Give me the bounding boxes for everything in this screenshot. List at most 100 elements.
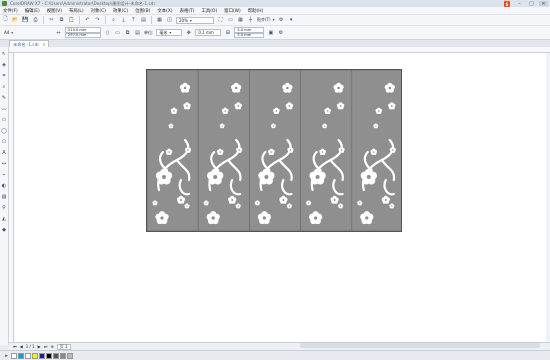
pick-tool-icon[interactable]: ↖ <box>1 50 8 58</box>
cut-icon[interactable]: ✂ <box>48 17 55 24</box>
menu-edit[interactable]: 编辑(E) <box>25 8 40 14</box>
guidelines-icon[interactable]: ┼ <box>247 17 254 24</box>
floral-panel <box>351 69 404 232</box>
duplicate-distance: 5.0 mm 5.0 mm <box>234 27 265 38</box>
import-icon[interactable]: ⤓ <box>120 17 127 24</box>
close-icon[interactable]: ✕ <box>539 1 548 7</box>
all-pages-icon[interactable]: ⧉ <box>124 29 131 36</box>
redo-icon[interactable]: ↷ <box>94 17 101 24</box>
paste-icon[interactable]: 📋 <box>68 17 75 24</box>
launch-icon[interactable]: ▾ <box>288 17 295 24</box>
color-swatch[interactable] <box>25 352 31 359</box>
menu-table[interactable]: 表格(T) <box>180 8 195 14</box>
search-icon[interactable]: ⌕ <box>110 17 117 24</box>
copy-icon[interactable]: ⧉ <box>58 17 65 24</box>
new-document-icon[interactable]: 🗋 <box>2 16 9 24</box>
drawing-canvas[interactable] <box>14 53 550 342</box>
treat-as-filled-icon[interactable]: ▣ <box>267 29 274 36</box>
options-icon[interactable]: ⚙ <box>278 17 285 24</box>
menu-file[interactable]: 文件(F) <box>3 8 18 14</box>
portrait-icon[interactable]: ▯ <box>104 29 111 36</box>
units-label: 单位: <box>144 29 154 35</box>
color-swatch[interactable] <box>32 352 38 359</box>
app-icon <box>2 1 7 6</box>
menu-window[interactable]: 窗口(W) <box>224 8 241 14</box>
options-icon[interactable]: ⚙ <box>277 29 284 36</box>
window-controls: – □ ✕ <box>515 0 548 7</box>
page-size-select[interactable]: A4 <box>2 29 52 36</box>
grid-icon[interactable]: ▦ <box>237 17 244 24</box>
page-dimensions-icon: ⇔ <box>56 29 61 36</box>
page-count: 1 / 1 <box>25 344 35 349</box>
ellipse-tool-icon[interactable]: ◯ <box>1 127 8 135</box>
landscape-icon[interactable]: ▭ <box>114 29 121 36</box>
save-icon[interactable]: 💾 <box>22 17 29 24</box>
current-page-icon[interactable]: ▤ <box>134 29 141 36</box>
print-icon[interactable]: ⎙ <box>32 17 39 24</box>
maximize-icon[interactable]: □ <box>527 1 536 7</box>
prev-page-icon[interactable]: ◀ <box>20 344 23 349</box>
menu-help[interactable]: 帮助(H) <box>248 8 264 14</box>
design-page[interactable] <box>146 69 404 232</box>
pdf-icon[interactable]: ▤ <box>140 17 147 24</box>
drop-shadow-icon[interactable]: ◐ <box>1 182 8 190</box>
welcome-icon[interactable]: ◫ <box>166 17 173 24</box>
dup-y-input[interactable]: 5.0 mm <box>234 32 265 38</box>
shape-tool-icon[interactable]: ◈ <box>1 61 8 69</box>
rectangle-tool-icon[interactable]: ▭ <box>1 116 8 124</box>
text-tool-icon[interactable]: A <box>1 149 8 157</box>
page-tab[interactable]: 页 1 <box>56 343 71 350</box>
color-swatch[interactable] <box>18 352 24 359</box>
separator <box>105 16 106 24</box>
artistic-media-icon[interactable]: 〰 <box>1 105 8 113</box>
undo-icon[interactable]: ↶ <box>84 17 91 24</box>
eyedropper-icon[interactable]: ⚲ <box>1 204 8 212</box>
menu-effects[interactable]: 效果(C) <box>113 8 128 14</box>
full-screen-icon[interactable]: ⛶ <box>217 17 224 24</box>
crop-tool-icon[interactable]: ⌗ <box>1 72 8 80</box>
interactive-fill-icon[interactable]: ◭ <box>1 215 8 223</box>
connector-tool-icon[interactable]: ⌁ <box>1 171 8 179</box>
parallel-dimension-icon[interactable]: ↔ <box>1 160 8 168</box>
polygon-tool-icon[interactable]: ⬠ <box>1 138 8 146</box>
color-swatch[interactable] <box>60 352 66 359</box>
next-page-icon[interactable]: ▶ <box>38 344 41 349</box>
open-icon[interactable]: 📂 <box>12 17 19 24</box>
menu-bitmaps[interactable]: 位图(B) <box>135 8 150 14</box>
freehand-tool-icon[interactable]: ✎ <box>1 94 8 102</box>
rulers-icon[interactable]: ▭ <box>227 17 234 24</box>
units-select[interactable]: 毫米 <box>156 29 183 36</box>
smart-fill-icon[interactable]: ◆ <box>1 226 8 234</box>
nudge-input[interactable]: 0.1 mm <box>195 29 222 36</box>
menu-object[interactable]: 对象(C) <box>91 8 106 14</box>
last-page-icon[interactable]: ⏭ <box>44 344 48 349</box>
minimize-icon[interactable]: – <box>515 1 524 7</box>
snap-to-dropdown[interactable]: 贴齐(T) <box>257 17 275 23</box>
zoom-select[interactable]: 20% <box>176 16 214 24</box>
add-page-icon[interactable]: ⊕ <box>50 344 53 349</box>
first-page-icon[interactable]: ⏮ <box>13 344 17 349</box>
color-swatch[interactable] <box>46 352 52 359</box>
transparency-tool-icon[interactable]: ▨ <box>1 193 8 201</box>
palette-menu-icon[interactable]: ▸ <box>3 352 10 359</box>
separator <box>79 16 80 24</box>
color-swatch[interactable] <box>39 352 45 359</box>
floral-panels-artwork <box>146 69 404 232</box>
window-title: CorelDRAW X7 - C:\Users\Administrator\De… <box>10 0 156 6</box>
no-color-swatch[interactable] <box>11 352 17 359</box>
menu-layout[interactable]: 布局(L) <box>69 8 84 14</box>
menu-view[interactable]: 视图(V) <box>47 8 62 14</box>
document-tab-bar: 未命名 -1.cdr ✕ <box>0 39 550 48</box>
separator <box>151 16 152 24</box>
export-icon[interactable]: ⤒ <box>130 17 137 24</box>
floral-panel <box>197 69 250 232</box>
app-launcher-icon[interactable]: ▦ <box>156 17 163 24</box>
menu-text[interactable]: 文本(X) <box>157 8 172 14</box>
page-height-input[interactable]: 297.0 mm <box>65 32 101 38</box>
color-swatch[interactable] <box>53 352 59 359</box>
horizontal-scrollbar[interactable] <box>300 343 540 348</box>
menu-tools[interactable]: 工具(O) <box>202 8 218 14</box>
zoom-tool-icon[interactable]: ⌕ <box>1 83 8 91</box>
color-swatch[interactable] <box>67 352 73 359</box>
vertical-scrollbar[interactable] <box>546 53 550 342</box>
